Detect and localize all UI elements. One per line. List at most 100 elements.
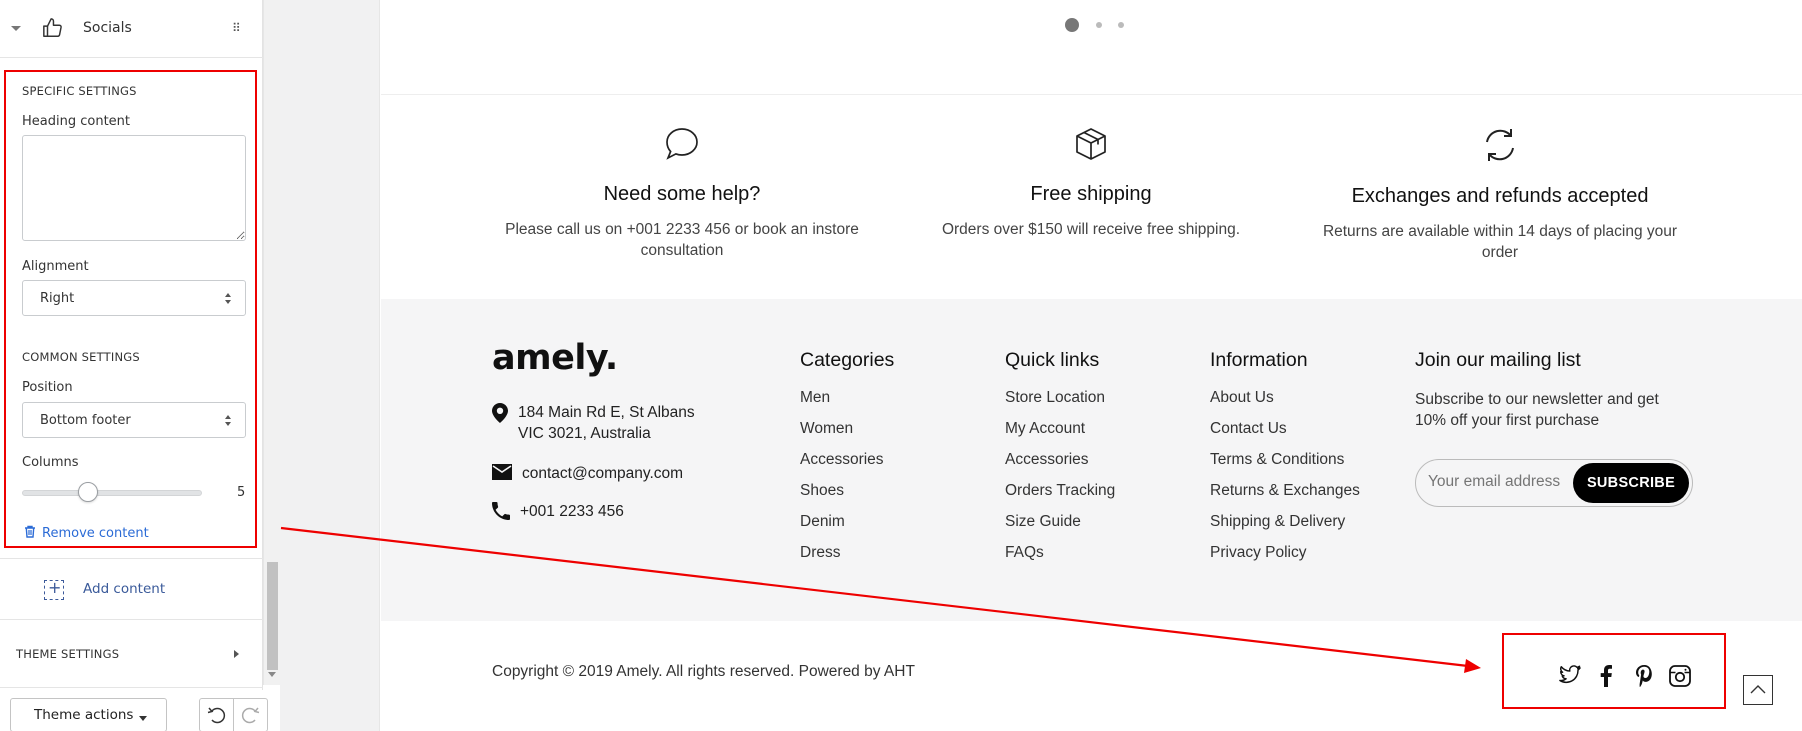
heading-content-textarea[interactable] (22, 135, 246, 241)
heading-content-label: Heading content (22, 114, 130, 129)
redo-icon (241, 707, 260, 724)
feature-desc-line: Orders over $150 will receive free shipp… (941, 221, 1241, 238)
columns-label: Columns (22, 455, 79, 470)
carousel-dot-active[interactable] (1065, 18, 1079, 32)
col-title: Information (1210, 349, 1308, 371)
facebook-icon[interactable] (1599, 665, 1613, 687)
thumbs-up-icon (42, 17, 64, 43)
editor-bottom-bar: Theme actions (0, 690, 280, 731)
footer-col-quick-links: Quick links Store Location My Account Ac… (1005, 349, 1115, 575)
mailing-description: Subscribe to our newsletter and get 10% … (1415, 391, 1659, 429)
feature-description: Orders over $150 will receive free shipp… (901, 219, 1281, 240)
pinterest-icon[interactable] (1635, 665, 1653, 687)
footer-link[interactable]: My Account (1005, 420, 1115, 451)
theme-settings-section[interactable]: THEME SETTINGS (0, 620, 263, 688)
position-label: Position (22, 380, 73, 395)
footer-link[interactable]: Terms & Conditions (1210, 451, 1360, 482)
alignment-label: Alignment (22, 259, 89, 274)
theme-actions-label: Theme actions (34, 707, 134, 723)
scroll-down-arrow-icon[interactable] (268, 672, 276, 677)
footer-link[interactable]: Accessories (1005, 451, 1115, 482)
specific-settings-heading: SPECIFIC SETTINGS (22, 84, 137, 98)
footer-link[interactable]: Accessories (800, 451, 894, 482)
columns-slider-track[interactable] (22, 490, 202, 496)
footer-link[interactable]: Dress (800, 544, 894, 575)
remove-content-link[interactable]: Remove content (24, 525, 149, 542)
footer-link[interactable]: Shipping & Delivery (1210, 513, 1360, 544)
sidebar-scrollbar[interactable] (263, 0, 280, 685)
editor-sidebar: Socials ⠿ SPECIFIC SETTINGS Heading cont… (0, 0, 263, 731)
logo[interactable]: amely. (492, 338, 618, 378)
add-content-label: Add content (83, 581, 166, 597)
columns-slider-thumb[interactable] (78, 482, 98, 502)
chevron-up-icon (1750, 685, 1766, 694)
theme-settings-label: THEME SETTINGS (16, 647, 120, 661)
alignment-value: Right (40, 291, 75, 306)
location-pin-icon (492, 403, 508, 423)
chevron-down-icon (139, 716, 147, 721)
redo-button[interactable] (233, 698, 268, 731)
section-title: Socials (83, 20, 132, 36)
subscribe-button[interactable]: SUBSCRIBE (1573, 463, 1689, 503)
footer-link[interactable]: About Us (1210, 389, 1360, 420)
feature-description: Please call us on +001 2233 456 or book … (492, 219, 872, 261)
section-header-socials[interactable]: Socials ⠿ (0, 0, 263, 58)
drag-handle-icon[interactable]: ⠿ (232, 21, 241, 35)
settings-box: SPECIFIC SETTINGS Heading content Alignm… (4, 70, 257, 548)
add-content-icon (44, 578, 64, 600)
position-select[interactable]: Bottom footer (22, 402, 246, 438)
select-arrows-icon (225, 414, 233, 428)
col-title: Categories (800, 349, 895, 371)
carousel-dot[interactable] (1096, 22, 1102, 28)
footer-link[interactable]: Denim (800, 513, 894, 544)
phone-icon (492, 502, 510, 520)
footer-col-information: Information About Us Contact Us Terms & … (1210, 349, 1360, 575)
feature-desc-line: Please call us on +001 2233 456 or book … (505, 221, 859, 238)
footer-link[interactable]: Returns & Exchanges (1210, 482, 1360, 513)
col-title: Quick links (1005, 349, 1100, 371)
address-line: 184 Main Rd E, St Albans (518, 404, 695, 421)
remove-content-label: Remove content (42, 526, 149, 541)
email-address[interactable]: contact@company.com (522, 463, 683, 484)
footer-link[interactable]: Orders Tracking (1005, 482, 1115, 513)
footer-link[interactable]: Women (800, 420, 894, 451)
mail-icon (492, 464, 512, 480)
columns-value: 5 (237, 485, 246, 500)
theme-actions-button[interactable]: Theme actions (10, 698, 167, 731)
copyright-text: Copyright © 2019 Amely. All rights reser… (492, 663, 915, 680)
footer-link[interactable]: Store Location (1005, 389, 1115, 420)
footer-link[interactable]: Men (800, 389, 894, 420)
add-content-button[interactable]: Add content (0, 558, 263, 620)
position-value: Bottom footer (40, 413, 131, 428)
expand-caret-icon (234, 650, 239, 658)
back-to-top-button[interactable] (1743, 675, 1773, 705)
collapse-caret-icon[interactable] (11, 26, 21, 31)
newsletter-email-input[interactable] (1428, 473, 1578, 491)
footer-link[interactable]: Size Guide (1005, 513, 1115, 544)
instagram-icon[interactable] (1669, 665, 1691, 687)
footer-link[interactable]: Contact Us (1210, 420, 1360, 451)
footer-link[interactable]: Privacy Policy (1210, 544, 1360, 575)
select-arrows-icon (225, 292, 233, 306)
refresh-icon (1486, 129, 1514, 161)
footer-link[interactable]: Shoes (800, 482, 894, 513)
phone-number[interactable]: +001 2233 456 (520, 501, 624, 522)
undo-button[interactable] (199, 698, 234, 731)
address-line: VIC 3021, Australia (518, 425, 651, 442)
feature-title: Exchanges and refunds accepted (1351, 185, 1649, 207)
feature-exchanges: Exchanges and refunds accepted Returns a… (1310, 125, 1690, 263)
feature-title: Free shipping (1030, 183, 1152, 205)
footer-col-mailing: Join our mailing list Subscribe to our n… (1415, 349, 1705, 549)
speech-bubble-icon (666, 128, 698, 160)
feature-help: Need some help? Please call us on +001 2… (492, 125, 872, 261)
feature-desc-line: order (1481, 244, 1519, 261)
social-icons-highlight (1502, 633, 1726, 709)
scrollbar-thumb[interactable] (267, 562, 278, 670)
feature-desc-line: consultation (640, 242, 724, 259)
carousel-dot[interactable] (1118, 22, 1124, 28)
footer-link[interactable]: FAQs (1005, 544, 1115, 575)
twitter-icon[interactable] (1559, 665, 1581, 685)
alignment-select[interactable]: Right (22, 280, 246, 316)
contact-phone: +001 2233 456 (492, 501, 624, 522)
col-title: Join our mailing list (1415, 349, 1581, 371)
